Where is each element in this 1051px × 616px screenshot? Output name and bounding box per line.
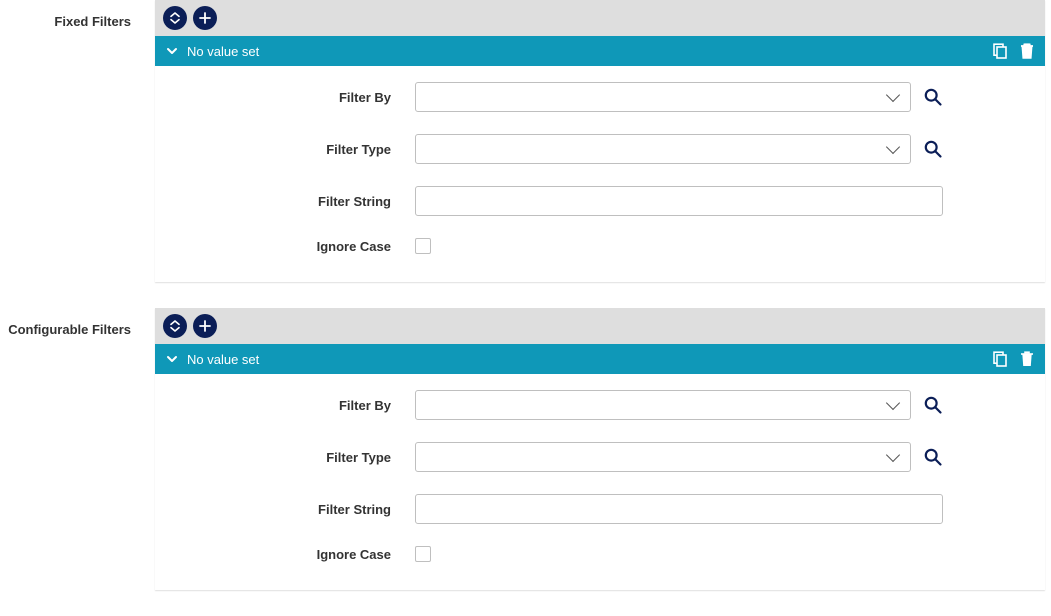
row-filter-type: Filter Type bbox=[175, 134, 1025, 164]
row-filter-string: Filter String bbox=[175, 494, 1025, 524]
chevron-down-icon bbox=[165, 44, 179, 58]
search-icon bbox=[923, 395, 943, 415]
ignore-case-checkbox[interactable] bbox=[415, 238, 431, 254]
row-filter-type: Filter Type bbox=[175, 442, 1025, 472]
section-label-configurable: Configurable Filters bbox=[0, 308, 155, 337]
collapse-icon bbox=[169, 320, 181, 332]
row-filter-by: Filter By bbox=[175, 390, 1025, 420]
search-icon bbox=[923, 447, 943, 467]
filter-string-input[interactable] bbox=[415, 186, 943, 216]
copy-icon[interactable] bbox=[991, 42, 1009, 60]
ignore-case-checkbox[interactable] bbox=[415, 546, 431, 562]
panel-fixed: No value set Filter By bbox=[155, 0, 1045, 282]
row-ignore-case: Ignore Case bbox=[175, 238, 1025, 254]
label-filter-type: Filter Type bbox=[175, 450, 415, 465]
filter-string-input[interactable] bbox=[415, 494, 943, 524]
chevron-down-icon bbox=[165, 352, 179, 366]
section-label-fixed: Fixed Filters bbox=[0, 0, 155, 29]
item-header-configurable[interactable]: No value set bbox=[155, 344, 1045, 374]
collapse-icon bbox=[169, 12, 181, 24]
section-fixed-filters: Fixed Filters No value set bbox=[0, 0, 1051, 282]
panel-configurable: No value set Filter By bbox=[155, 308, 1045, 590]
plus-icon bbox=[199, 12, 211, 24]
panel-toolbar-fixed bbox=[155, 0, 1045, 36]
label-filter-string: Filter String bbox=[175, 194, 415, 209]
collapse-all-button[interactable] bbox=[163, 314, 187, 338]
filter-by-lookup-button[interactable] bbox=[923, 395, 943, 415]
filter-by-select[interactable] bbox=[415, 82, 911, 112]
delete-icon[interactable] bbox=[1019, 350, 1035, 368]
delete-icon[interactable] bbox=[1019, 42, 1035, 60]
filter-type-select[interactable] bbox=[415, 134, 911, 164]
add-button[interactable] bbox=[193, 314, 217, 338]
filter-type-lookup-button[interactable] bbox=[923, 447, 943, 467]
copy-icon[interactable] bbox=[991, 350, 1009, 368]
filter-by-lookup-button[interactable] bbox=[923, 87, 943, 107]
add-button[interactable] bbox=[193, 6, 217, 30]
label-ignore-case: Ignore Case bbox=[175, 547, 415, 562]
plus-icon bbox=[199, 320, 211, 332]
label-filter-type: Filter Type bbox=[175, 142, 415, 157]
section-configurable-filters: Configurable Filters No value set bbox=[0, 308, 1051, 590]
label-filter-by: Filter By bbox=[175, 398, 415, 413]
search-icon bbox=[923, 139, 943, 159]
form-body-configurable: Filter By Filter Type Filter bbox=[155, 374, 1045, 590]
form-body-fixed: Filter By Filter Type Filter bbox=[155, 66, 1045, 282]
label-filter-string: Filter String bbox=[175, 502, 415, 517]
row-filter-string: Filter String bbox=[175, 186, 1025, 216]
filter-by-select[interactable] bbox=[415, 390, 911, 420]
filter-type-lookup-button[interactable] bbox=[923, 139, 943, 159]
search-icon bbox=[923, 87, 943, 107]
collapse-all-button[interactable] bbox=[163, 6, 187, 30]
label-ignore-case: Ignore Case bbox=[175, 239, 415, 254]
item-title: No value set bbox=[187, 44, 991, 59]
item-title: No value set bbox=[187, 352, 991, 367]
row-filter-by: Filter By bbox=[175, 82, 1025, 112]
label-filter-by: Filter By bbox=[175, 90, 415, 105]
row-ignore-case: Ignore Case bbox=[175, 546, 1025, 562]
filter-type-select[interactable] bbox=[415, 442, 911, 472]
panel-toolbar-configurable bbox=[155, 308, 1045, 344]
item-header-fixed[interactable]: No value set bbox=[155, 36, 1045, 66]
